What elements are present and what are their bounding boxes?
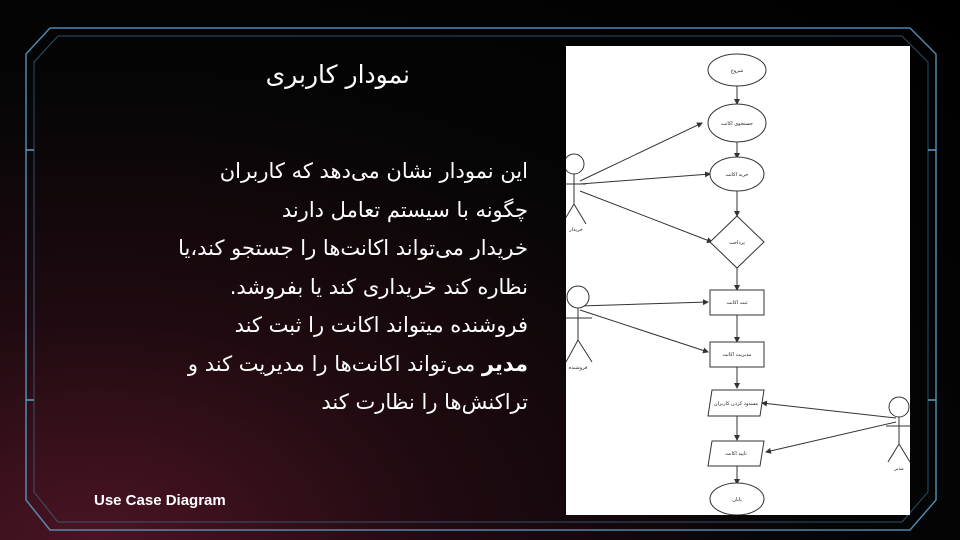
body-line-1: این نمودار نشان می‌دهد که کاربران (219, 159, 528, 183)
node-payment: پرداخت (729, 240, 745, 246)
body-line-3: خریدار می‌تواند اکانت‌ها را جستجو کند،یا (178, 236, 528, 260)
body-line-5: فروشنده میتواند اکانت را ثبت کند (234, 313, 528, 337)
node-monitor: مسدود کردن کاربران (714, 401, 758, 407)
slide-title: نمودار کاربری (265, 60, 410, 89)
node-buy: خرید اکانت (725, 172, 748, 178)
admin-label: مدیر (481, 351, 528, 376)
node-start: شروع (731, 68, 743, 74)
node-search: جستجوی اکانت (721, 121, 753, 127)
node-confirm: تایید اکانت (725, 451, 747, 457)
node-manage: مدیریت اکانت (723, 352, 752, 358)
admin-text: می‌تواند اکانت‌ها را مدیریت کند و (187, 351, 482, 376)
actor-seller-label: فروشنده (569, 365, 588, 371)
body-line-7: تراکنش‌ها را نظارت کند (321, 390, 528, 414)
flow-diagram: شروع جستجوی اکانت خرید اکانت پرداخت ثبت … (566, 46, 910, 515)
footer-label: Use Case Diagram (94, 492, 226, 509)
body-line-6: مدیر می‌تواند اکانت‌ها را مدیریت کند و (80, 345, 528, 384)
node-end: پایان (732, 497, 742, 503)
slide-body: این نمودار نشان می‌دهد که کاربران چگونه … (80, 152, 528, 422)
actor-admin-label: مدیر (893, 466, 904, 472)
actor-buyer-label: خریدار (568, 227, 583, 233)
node-register: ثبت اکانت (727, 300, 749, 306)
body-line-4: نظاره کند خریداری کند یا بفروشد. (229, 274, 528, 299)
flow-diagram-svg: شروع جستجوی اکانت خرید اکانت پرداخت ثبت … (566, 53, 910, 515)
body-line-2: چگونه با سیستم تعامل دارند (281, 197, 528, 222)
